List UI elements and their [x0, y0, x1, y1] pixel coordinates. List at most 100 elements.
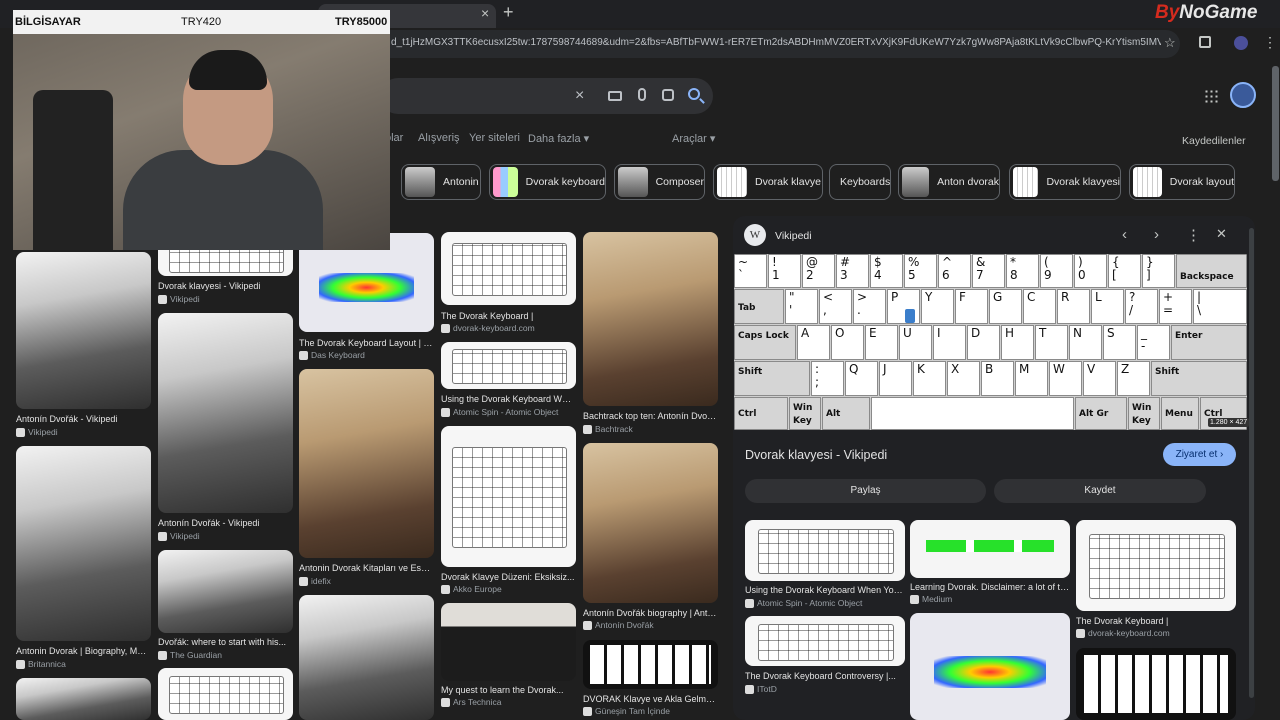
result-image[interactable]	[158, 550, 293, 633]
result-image[interactable]	[583, 232, 718, 406]
result-source[interactable]: Akko Europe	[441, 584, 502, 594]
result-title[interactable]: Dvořák: where to start with his...	[158, 637, 293, 647]
result-image[interactable]	[441, 426, 576, 567]
result-source-label: dvorak-keyboard.com	[453, 323, 535, 333]
nav-item[interactable]: Yer siteleri	[469, 132, 520, 144]
result-title[interactable]: Antonín Dvořák biography | Antonín...	[583, 608, 718, 618]
previous-icon[interactable]: ‹	[1122, 226, 1127, 243]
result-image[interactable]	[441, 603, 576, 681]
saved-link[interactable]: Kaydedilenler	[1182, 135, 1246, 147]
more-options-icon[interactable]: ⋮	[1186, 226, 1201, 244]
result-source[interactable]: Vikipedi	[158, 531, 200, 541]
result-title[interactable]: Antonin Dvorak Kitapları ve Eserleri	[299, 563, 434, 573]
clear-search-icon[interactable]: ×	[575, 87, 584, 105]
keyboard-layout-image[interactable]: ~ ` ! 1 @ 2 # 3 $ 4 % 5 ^ 6 & 7 * 8 ( 9 …	[734, 254, 1247, 430]
result-image[interactable]	[16, 252, 151, 409]
related-image[interactable]	[745, 520, 905, 581]
result-image[interactable]	[441, 232, 576, 305]
chip[interactable]: Composer	[614, 164, 705, 200]
lens-icon[interactable]	[662, 89, 674, 101]
chip[interactable]: Antonin	[401, 164, 481, 200]
key-menu: Menu	[1161, 397, 1199, 430]
search-icon[interactable]	[688, 88, 700, 100]
result-source[interactable]: Antonín Dvořák	[583, 620, 654, 630]
next-icon[interactable]: ›	[1154, 226, 1159, 243]
panel-title[interactable]: Dvorak klavyesi - Vikipedi	[745, 448, 887, 462]
result-source[interactable]: Vikipedi	[158, 294, 200, 304]
related-title[interactable]: Learning Dvorak. Disclaimer: a lot of th…	[910, 582, 1070, 592]
panel-scrollbar[interactable]	[1249, 228, 1254, 698]
related-image[interactable]	[745, 616, 905, 666]
chip[interactable]: Dvorak klavyesi	[1009, 164, 1121, 200]
result-source[interactable]: Bachtrack	[583, 424, 633, 434]
keyboard-icon[interactable]	[608, 91, 622, 101]
result-source[interactable]: dvorak-keyboard.com	[441, 323, 535, 333]
key: " '	[785, 289, 818, 324]
share-button[interactable]: Paylaş	[745, 479, 986, 503]
result-source[interactable]: idefix	[299, 576, 331, 586]
result-image[interactable]	[299, 369, 434, 558]
result-title[interactable]: Antonin Dvorak | Biography, Music...	[16, 646, 151, 656]
result-image[interactable]	[16, 446, 151, 641]
result-source[interactable]: Atomic Spin - Atomic Object	[441, 407, 558, 417]
favicon-icon	[158, 531, 167, 541]
panel-site-name[interactable]: Vikipedi	[775, 230, 812, 242]
extensions-icon[interactable]	[1199, 36, 1211, 48]
nav-item-tools[interactable]: Araçlar ▾	[672, 132, 715, 145]
avatar[interactable]	[1230, 82, 1256, 108]
result-title[interactable]: The Dvorak Keyboard |	[441, 311, 576, 321]
url-text[interactable]: d_t1jHzMGX3TTK6ecusxI25tw:1787598744689&…	[391, 37, 1161, 48]
related-source[interactable]: ITotD	[745, 684, 777, 694]
result-source[interactable]: The Guardian	[158, 650, 222, 660]
result-title[interactable]: Antonín Dvořák - Vikipedi	[16, 414, 151, 424]
related-image[interactable]	[910, 613, 1070, 720]
result-source[interactable]: Vikipedi	[16, 427, 58, 437]
result-title[interactable]: The Dvorak Keyboard Layout | Da...	[299, 338, 434, 348]
apps-grid-icon[interactable]	[1204, 89, 1218, 103]
result-source[interactable]: Güneşin Tam İçinde	[583, 706, 670, 716]
result-title[interactable]: Using the Dvorak Keyboard When...	[441, 394, 576, 404]
related-title[interactable]: Using the Dvorak Keyboard When You...	[745, 585, 905, 595]
nav-item[interactable]: Daha fazla ▾	[528, 132, 589, 145]
chip[interactable]: Anton dvorak	[898, 164, 1000, 200]
chip[interactable]: Keyboards	[829, 164, 891, 200]
chip[interactable]: Dvorak keyboard	[489, 164, 606, 200]
visit-button[interactable]: Ziyaret et ›	[1163, 443, 1236, 466]
related-title[interactable]: The Dvorak Keyboard Controversy |...	[745, 671, 905, 681]
tab-close-icon[interactable]: ×	[481, 5, 489, 21]
chip[interactable]: Dvorak klavye	[713, 164, 823, 200]
result-title[interactable]: Antonín Dvořák - Vikipedi	[158, 518, 293, 528]
page-scrollbar[interactable]	[1272, 66, 1279, 181]
bookmark-star-icon[interactable]: ☆	[1164, 35, 1176, 51]
result-title[interactable]: Dvorak Klavye Düzeni: Eksiksiz...	[441, 572, 576, 582]
result-title[interactable]: Bachtrack top ten: Antonín Dvořák...	[583, 411, 718, 421]
related-source[interactable]: Medium	[910, 594, 952, 604]
result-title[interactable]: My quest to learn the Dvorak...	[441, 685, 576, 695]
result-title[interactable]: Dvorak klavyesi - Vikipedi	[158, 281, 293, 291]
result-image[interactable]	[16, 678, 151, 720]
result-image[interactable]	[158, 668, 293, 720]
result-image[interactable]	[583, 640, 718, 689]
microphone-icon[interactable]	[638, 88, 646, 101]
related-source[interactable]: Atomic Spin - Atomic Object	[745, 598, 862, 608]
result-source[interactable]: Ars Technica	[441, 697, 502, 707]
related-source[interactable]: dvorak-keyboard.com	[1076, 628, 1170, 638]
browser-menu-icon[interactable]: ⋮	[1263, 34, 1277, 51]
result-source[interactable]: Britannica	[16, 659, 66, 669]
save-button[interactable]: Kaydet	[994, 479, 1206, 503]
related-image[interactable]	[910, 520, 1070, 578]
result-title[interactable]: DVORAK Klavye ve Akla Gelmedi...	[583, 694, 718, 704]
profile-icon[interactable]	[1234, 36, 1248, 50]
new-tab-button[interactable]: +	[503, 2, 514, 23]
related-image[interactable]	[1076, 520, 1236, 611]
result-image[interactable]	[158, 313, 293, 513]
nav-item[interactable]: Alışveriş	[418, 132, 460, 144]
result-image[interactable]	[583, 443, 718, 603]
close-icon[interactable]: ✕	[1216, 226, 1227, 242]
related-image[interactable]	[1076, 648, 1236, 720]
result-source[interactable]: Das Keyboard	[299, 350, 365, 360]
result-image[interactable]	[299, 595, 434, 720]
chip[interactable]: Dvorak layout	[1129, 164, 1235, 200]
related-title[interactable]: The Dvorak Keyboard |	[1076, 616, 1236, 626]
result-image[interactable]	[441, 342, 576, 389]
